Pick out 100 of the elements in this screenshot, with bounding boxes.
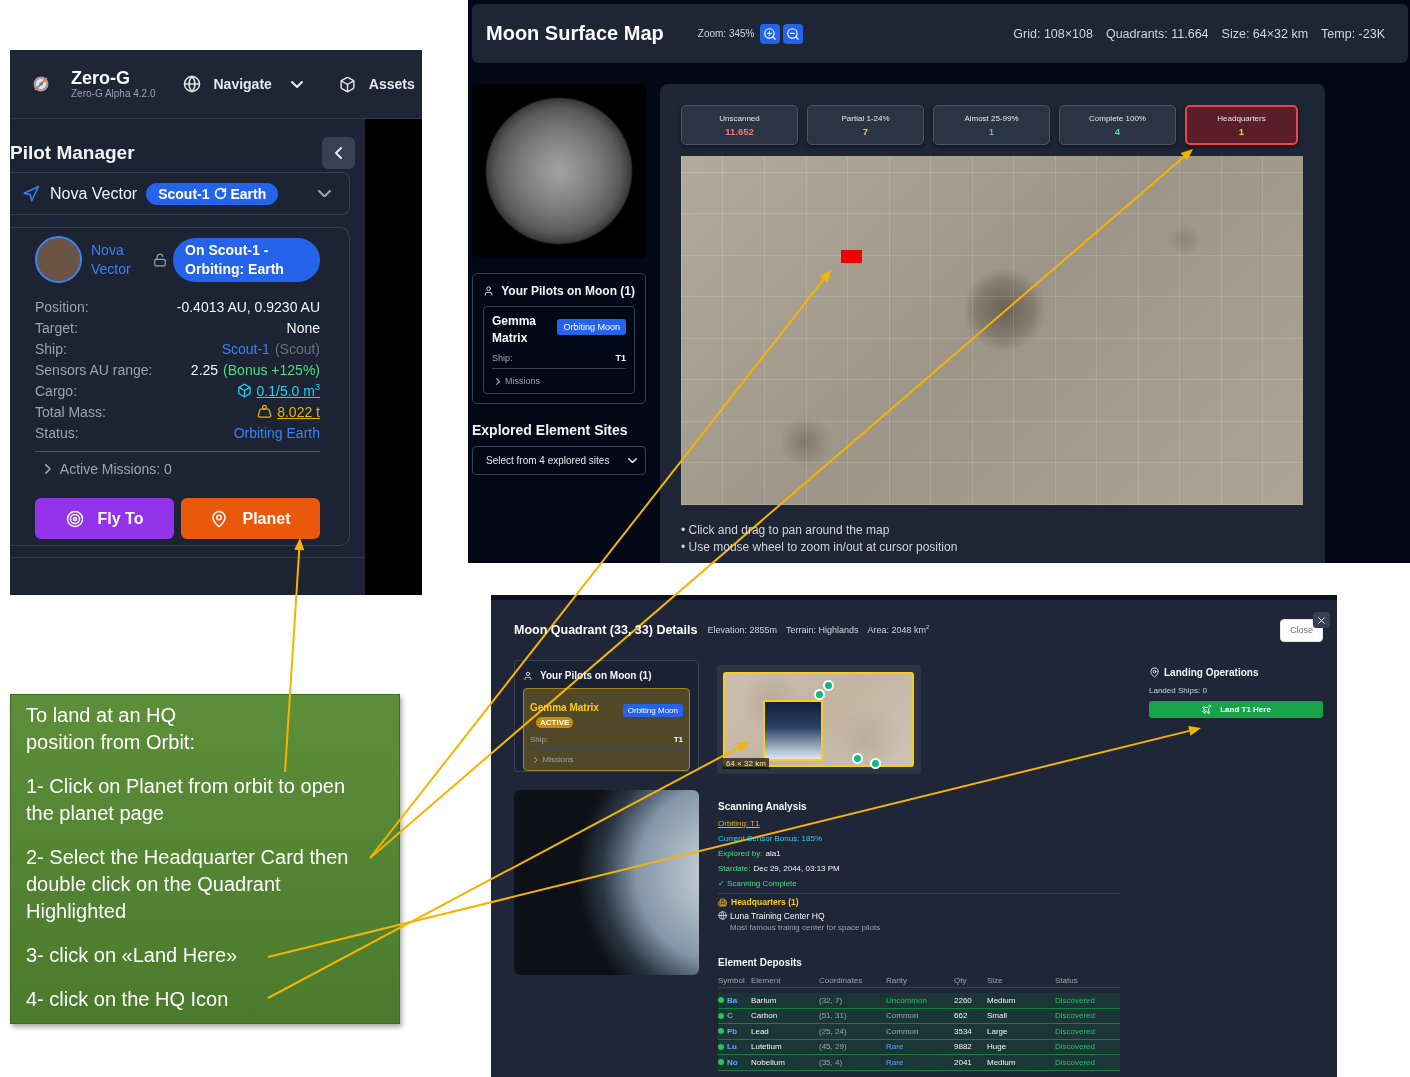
collapse-button[interactable] <box>322 137 355 169</box>
hq-title: Headquarters (1) <box>731 897 799 907</box>
table-cell-text: Discovered <box>1055 1057 1096 1067</box>
table-cell-text: Large <box>987 1026 1009 1036</box>
note-step: 3- click on «Land Here» <box>26 942 238 969</box>
logo-icon <box>33 76 49 92</box>
table-cell-text: Carbon <box>751 1011 779 1021</box>
user-icon <box>483 285 495 297</box>
legend-card[interactable]: Unscanned 11.652 <box>681 105 798 145</box>
nav-menu[interactable]: Navigate <box>182 75 303 93</box>
section-title: Scanning Analysis <box>718 800 807 814</box>
table-cell-text: Small <box>987 1011 1008 1021</box>
pilot-name: Gemma Matrix <box>492 313 538 347</box>
chevron-down-icon <box>290 80 303 88</box>
ship-value: T1 <box>673 735 683 744</box>
note-step: 1- Click on Planet from orbit to open the planet page <box>26 773 364 827</box>
user-icon <box>523 670 533 681</box>
hq-description: Most famous trainig center for space pilots <box>729 922 881 934</box>
cargo-link[interactable]: 0.1/5.0 m$^{3}$ <box>256 382 320 399</box>
app-version: Zero-G Alpha 4.2.0 <box>71 88 156 99</box>
column-header: Size <box>987 976 1004 985</box>
ship-link[interactable]: Scout-1 <box>221 340 270 357</box>
table-cell-text: (35, 4) <box>819 1057 844 1067</box>
map-stat: Temp: -23K <box>1321 26 1385 41</box>
quadrant-meta: Area: 2048 km$^{2}$ <box>867 625 930 635</box>
pilot-name[interactable]: Nova Vector <box>91 240 147 279</box>
zoom-out-icon <box>785 26 800 41</box>
chevron-right-icon <box>45 464 51 474</box>
legend-count: 11.652 <box>725 125 754 137</box>
status-dot-icon <box>718 1043 724 1050</box>
chevron-left-icon <box>335 147 342 159</box>
table-cell-text: Uncommon <box>886 995 928 1005</box>
stat-value: None <box>286 319 320 336</box>
chevron-right-icon <box>496 377 501 385</box>
scale-label: 64 × 32 km <box>723 758 769 769</box>
status-pill: On Scout-1 - Orbiting: Earth <box>173 237 320 282</box>
unlock-icon <box>153 252 168 267</box>
mass-link[interactable]: 8.022 t <box>277 403 320 420</box>
table-cell-text: Rare <box>886 1042 905 1052</box>
avatar <box>35 236 82 283</box>
cube-icon <box>236 383 252 398</box>
planet-button[interactable]: Planet <box>181 498 320 539</box>
element-symbol: No <box>727 1057 738 1067</box>
chevron-down-icon <box>318 189 331 198</box>
field-label: Ship: <box>492 353 513 363</box>
legend-card[interactable]: Headquarters 1 <box>1185 105 1298 145</box>
table-cell-text: Medium <box>987 1057 1017 1067</box>
nav-link[interactable]: Assets <box>338 75 415 93</box>
close-button[interactable]: Close <box>1280 618 1323 642</box>
stat-value: 2.25 <box>190 361 219 378</box>
app-name: Zero-G <box>71 69 131 88</box>
sites-select[interactable]: Select from 4 explored sites <box>472 446 646 475</box>
section-title: Element Deposits <box>718 956 802 970</box>
table-cell-text: 2260 <box>954 995 973 1005</box>
orbit-link[interactable]: Orbiting: T1 <box>718 816 760 831</box>
legend-card[interactable]: Complete 100% 4 <box>1059 105 1176 145</box>
field-label: Explored by: <box>718 848 763 860</box>
close-button[interactable] <box>1313 612 1330 628</box>
table-cell-text: Nobelium <box>751 1057 786 1067</box>
marker-icon <box>852 753 863 764</box>
missions-toggle[interactable]: Missions <box>492 368 626 388</box>
field-value: ala1 <box>765 848 781 860</box>
stat-label: Status: <box>35 424 79 441</box>
stat-value: -0.4013 AU, 0.9230 AU <box>176 298 320 315</box>
section-title: Explored Element Sites <box>472 422 629 438</box>
page-title: Moon Surface Map <box>486 22 664 45</box>
legend-card[interactable]: Almost 25-99% 1 <box>933 105 1050 145</box>
table-cell-text: (32, 7) <box>819 995 844 1005</box>
hq-photo-placeholder[interactable] <box>763 700 823 761</box>
zoom-in-button[interactable] <box>759 23 780 44</box>
section-title: Landing Operations <box>1164 667 1259 678</box>
zoom-in-icon <box>762 26 777 41</box>
map-stat: Grid: 108×108 <box>1013 26 1093 41</box>
table-cell-text: Discovered <box>1055 1042 1096 1052</box>
column-header: Status <box>1055 976 1079 985</box>
table-cell-text: 662 <box>954 1011 969 1021</box>
column-header: Coordinates <box>819 976 864 985</box>
column-header: Rarity <box>886 976 908 985</box>
pilot-selector[interactable]: Nova Vector Scout-1 Earth <box>10 172 350 215</box>
element-symbol: Lu <box>727 1042 737 1052</box>
plane-icon <box>1201 704 1213 715</box>
missions-toggle[interactable]: Missions <box>530 748 683 766</box>
zoom-out-button[interactable] <box>782 23 803 44</box>
missions-toggle[interactable]: Active Missions: 0 <box>35 461 172 477</box>
fly-to-button[interactable]: Fly To <box>35 498 174 539</box>
table-cell-text: 3534 <box>954 1026 973 1036</box>
chevron-down-icon <box>628 457 637 464</box>
active-badge: ACTIVE <box>536 717 574 728</box>
card-title: Your Pilots on Moon (1) <box>501 284 635 298</box>
field-label: Stardate: <box>718 863 751 875</box>
field-value: Dec 29, 2044, 03:13 PM <box>753 863 840 875</box>
status-dot-icon <box>718 1028 724 1035</box>
pilot-item[interactable]: Gemma Matrix Orbiting Moon Ship: T1 Missions <box>483 306 635 394</box>
map-pin-icon <box>1149 667 1160 678</box>
status-pill: Orbiting Moon <box>622 704 683 717</box>
globe-icon <box>718 911 727 920</box>
note-heading: To land at an HQ position from Orbit: <box>26 703 196 755</box>
stat-label: Cargo: <box>35 382 78 399</box>
note-step: 2- Select the Headquarter Card then double click on the Quadrant Highlighted <box>26 844 364 925</box>
legend-card[interactable]: Partial 1-24% 7 <box>807 105 924 145</box>
